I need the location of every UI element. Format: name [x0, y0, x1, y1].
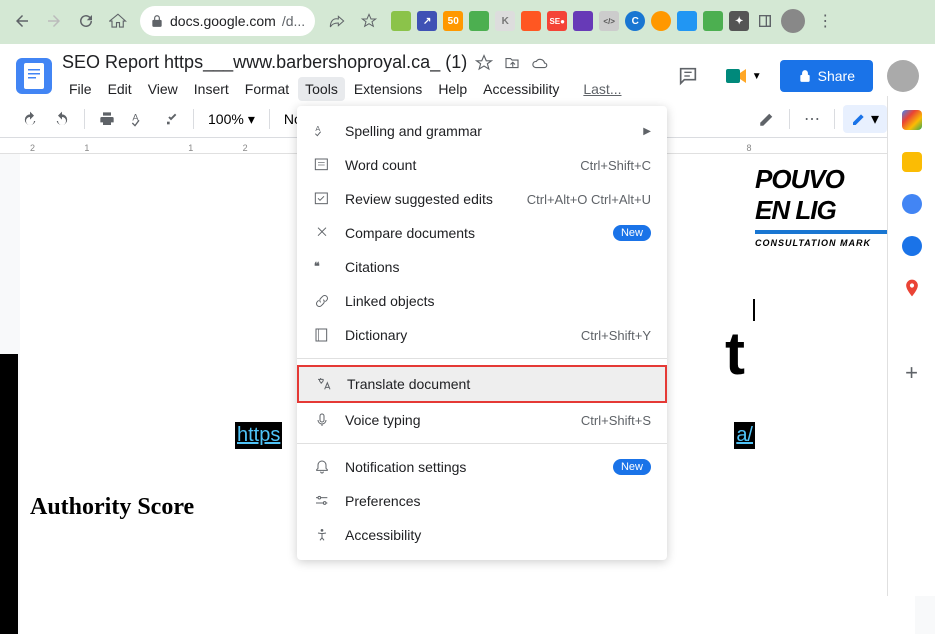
- menu-dictionary[interactable]: Dictionary Ctrl+Shift+Y: [297, 318, 667, 352]
- browser-toolbar: docs.google.com/d... ↗ 50 K SE● </> C ✦ …: [0, 0, 935, 42]
- star-icon[interactable]: [475, 54, 493, 72]
- url-text: docs.google.com: [170, 13, 276, 29]
- document-title[interactable]: SEO Report https___www.barbershoproyal.c…: [62, 52, 467, 73]
- spelling-icon: A: [313, 122, 331, 140]
- print-button[interactable]: [93, 106, 121, 132]
- ext-icon-12[interactable]: [677, 11, 697, 31]
- bookmark-button[interactable]: [355, 7, 383, 35]
- linked-icon: [313, 292, 331, 310]
- calendar-icon[interactable]: [902, 110, 922, 130]
- tasks-icon[interactable]: [902, 194, 922, 214]
- menu-linked-objects[interactable]: Linked objects: [297, 284, 667, 318]
- last-edit[interactable]: Last...: [576, 77, 628, 101]
- menu-preferences[interactable]: Preferences: [297, 484, 667, 518]
- menu-insert[interactable]: Insert: [187, 77, 236, 101]
- add-button[interactable]: +: [905, 360, 918, 386]
- menu-compare[interactable]: Compare documents New: [297, 216, 667, 250]
- paint-button[interactable]: [157, 106, 185, 132]
- reload-button[interactable]: [72, 7, 100, 35]
- url-link-end[interactable]: a/: [734, 422, 755, 449]
- citations-icon: ❝: [313, 258, 331, 276]
- ext-icon-10[interactable]: C: [625, 11, 645, 31]
- undo-button[interactable]: [16, 106, 44, 132]
- mic-icon: [313, 411, 331, 429]
- redo-button[interactable]: [48, 106, 76, 132]
- docs-logo[interactable]: [16, 58, 52, 94]
- home-button[interactable]: [104, 7, 132, 35]
- menu-help[interactable]: Help: [431, 77, 474, 101]
- ext-icon-14[interactable]: ✦: [729, 11, 749, 31]
- svg-text:❝: ❝: [314, 261, 320, 273]
- bell-icon: [313, 458, 331, 476]
- ext-icon-3[interactable]: 50: [443, 11, 463, 31]
- ext-icon-4[interactable]: [469, 11, 489, 31]
- dark-edge: [0, 354, 18, 634]
- menu-citations[interactable]: ❝ Citations: [297, 250, 667, 284]
- review-icon: [313, 190, 331, 208]
- menu-edit[interactable]: Edit: [101, 77, 139, 101]
- editing-mode[interactable]: ▾: [843, 105, 887, 133]
- menu-view[interactable]: View: [141, 77, 185, 101]
- extension-icons: ↗ 50 K SE● </> C ✦ ⋮: [391, 7, 839, 35]
- dictionary-icon: [313, 326, 331, 344]
- ext-icon-11[interactable]: [651, 11, 671, 31]
- svg-text:A: A: [315, 124, 320, 133]
- back-button[interactable]: [8, 7, 36, 35]
- menu-notifications[interactable]: Notification settings New: [297, 450, 667, 484]
- keep-icon[interactable]: [902, 152, 922, 172]
- share-button[interactable]: Share: [780, 60, 873, 92]
- menubar: File Edit View Insert Format Tools Exten…: [62, 77, 670, 101]
- big-letter: t: [725, 319, 745, 388]
- address-bar[interactable]: docs.google.com/d...: [140, 6, 315, 36]
- maps-icon[interactable]: [902, 278, 922, 298]
- ext-icon-7[interactable]: SE●: [547, 11, 567, 31]
- docs-header: SEO Report https___www.barbershoproyal.c…: [0, 44, 935, 101]
- browser-menu-button[interactable]: ⋮: [811, 7, 839, 35]
- word-count-icon: [313, 156, 331, 174]
- forward-button[interactable]: [40, 7, 68, 35]
- cloud-icon[interactable]: [531, 54, 549, 72]
- heading-authority-score: Authority Score: [30, 494, 194, 521]
- ext-icon-9[interactable]: </>: [599, 11, 619, 31]
- move-icon[interactable]: [503, 54, 521, 72]
- browser-profile-avatar[interactable]: [781, 9, 805, 33]
- ext-icon-8[interactable]: [573, 11, 593, 31]
- tools-dropdown: A Spelling and grammar ▶ Word count Ctrl…: [297, 106, 667, 560]
- menu-spelling[interactable]: A Spelling and grammar ▶: [297, 114, 667, 148]
- menu-format[interactable]: Format: [238, 77, 296, 101]
- url-link-start[interactable]: https: [235, 422, 282, 449]
- settings-icon: [313, 492, 331, 510]
- ext-icon-15[interactable]: [755, 11, 775, 31]
- translate-icon: [315, 375, 333, 393]
- menu-extensions[interactable]: Extensions: [347, 77, 429, 101]
- comments-button[interactable]: [670, 58, 706, 94]
- more-button[interactable]: ⋯: [798, 106, 826, 132]
- menu-accessibility-tools[interactable]: Accessibility: [297, 518, 667, 552]
- menu-word-count[interactable]: Word count Ctrl+Shift+C: [297, 148, 667, 182]
- share-url-button[interactable]: [323, 7, 351, 35]
- meet-button[interactable]: ▼: [720, 61, 766, 91]
- ext-icon-13[interactable]: [703, 11, 723, 31]
- ext-icon-1[interactable]: [391, 11, 411, 31]
- lock-icon: [150, 14, 164, 28]
- compare-icon: [313, 224, 331, 242]
- menu-accessibility[interactable]: Accessibility: [476, 77, 566, 101]
- menu-file[interactable]: File: [62, 77, 99, 101]
- side-panel: +: [887, 96, 935, 596]
- contacts-icon[interactable]: [902, 236, 922, 256]
- menu-tools[interactable]: Tools: [298, 77, 345, 101]
- ext-icon-2[interactable]: ↗: [417, 11, 437, 31]
- text-cursor: [753, 299, 755, 321]
- menu-voice-typing[interactable]: Voice typing Ctrl+Shift+S: [297, 403, 667, 437]
- user-avatar[interactable]: [887, 60, 919, 92]
- chevron-right-icon: ▶: [643, 126, 651, 137]
- zoom-selector[interactable]: 100% ▾: [202, 109, 261, 130]
- menu-review-edits[interactable]: Review suggested edits Ctrl+Alt+O Ctrl+A…: [297, 182, 667, 216]
- ext-icon-5[interactable]: K: [495, 11, 515, 31]
- spellcheck-button[interactable]: A: [125, 106, 153, 132]
- accessibility-icon: [313, 526, 331, 544]
- ext-icon-6[interactable]: [521, 11, 541, 31]
- menu-translate[interactable]: Translate document: [297, 365, 667, 403]
- pen-button[interactable]: [753, 106, 781, 132]
